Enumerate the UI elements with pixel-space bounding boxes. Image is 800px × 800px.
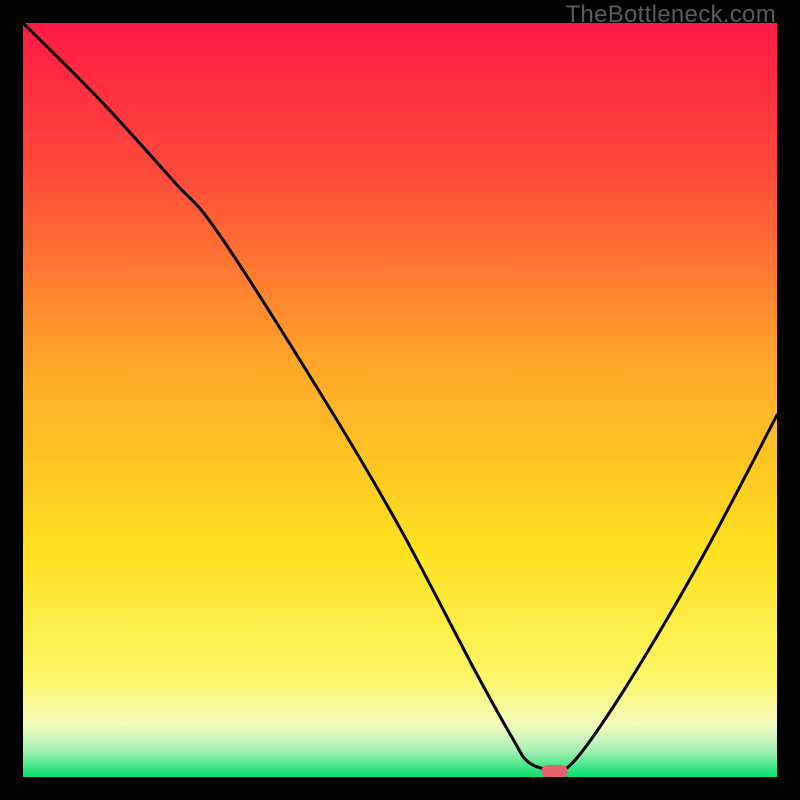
gradient-background [23,23,777,777]
optimal-marker [542,765,568,777]
chart-frame [23,23,777,777]
bottleneck-chart [23,23,777,777]
watermark-text: TheBottleneck.com [565,1,776,29]
